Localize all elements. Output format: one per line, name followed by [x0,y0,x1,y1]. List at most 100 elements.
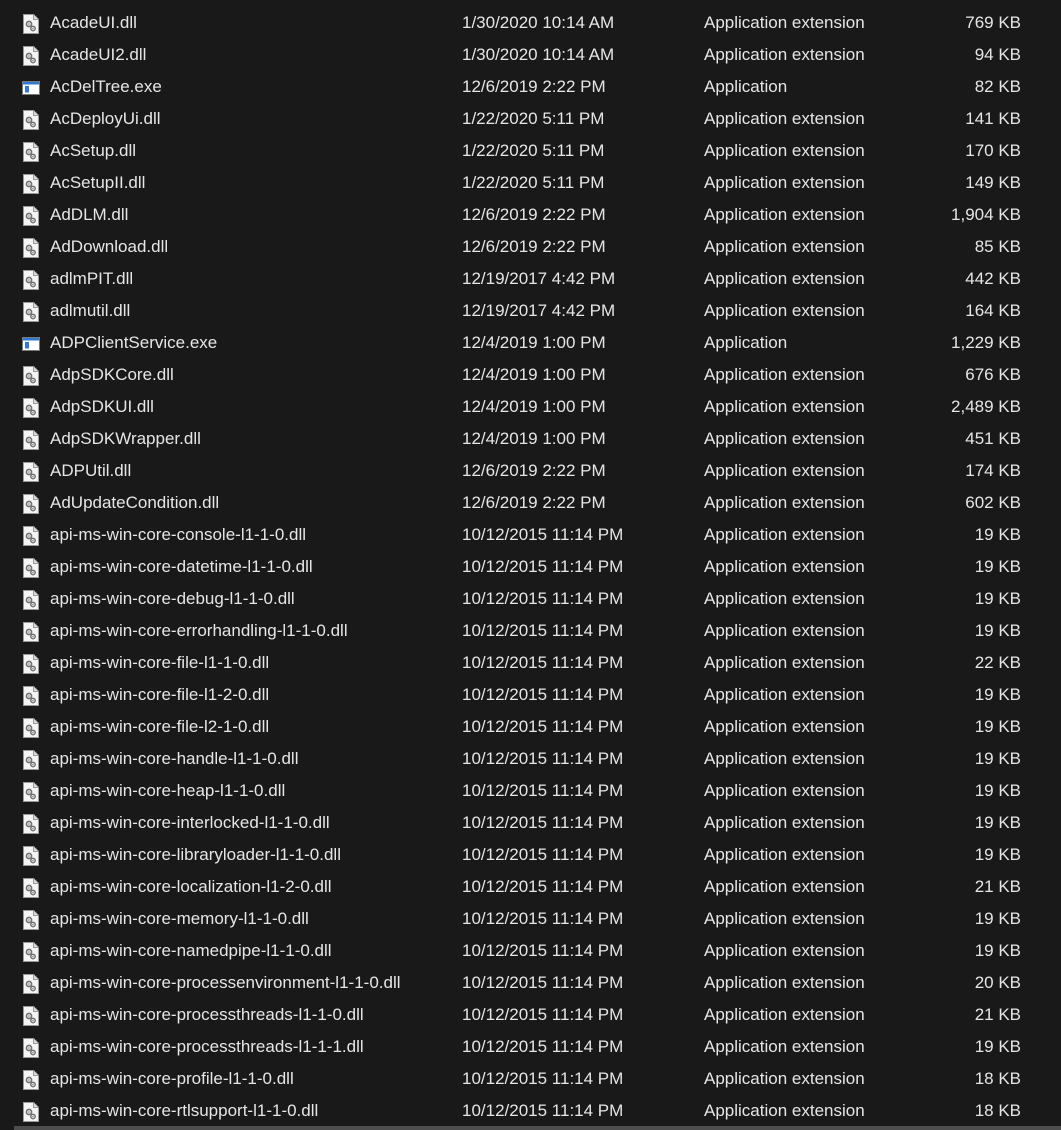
file-row[interactable]: api-ms-win-core-errorhandling-l1-1-0.dll… [0,615,1061,647]
file-row[interactable]: api-ms-win-core-console-l1-1-0.dll 10/12/… [0,519,1061,551]
file-type: Application extension [704,301,865,320]
file-type: Application extension [704,461,865,480]
file-row[interactable]: AcDelTree.exe 12/6/2019 2:22 PM Applicatio… [0,71,1061,103]
file-row[interactable]: adlmPIT.dll 12/19/2017 4:42 PM Application… [0,263,1061,295]
file-name: api-ms-win-core-file-l1-1-0.dll [50,653,270,672]
file-size: 451 KB [965,429,1021,448]
dll-file-icon [22,237,40,258]
file-size: 22 KB [974,653,1021,672]
file-date-modified: 10/12/2015 11:14 PM [462,1037,624,1056]
file-name: AcadeUI2.dll [50,45,147,64]
dll-file-icon [22,141,40,162]
file-type: Application extension [704,973,865,992]
file-row[interactable]: api-ms-win-core-rtlsupport-l1-1-0.dll 10/… [0,1095,1061,1127]
file-date-modified: 10/12/2015 11:14 PM [462,909,624,928]
file-type: Application extension [704,877,865,896]
file-date-modified: 10/12/2015 11:14 PM [462,1005,624,1024]
file-row[interactable]: api-ms-win-core-datetime-l1-1-0.dll 10/12… [0,551,1061,583]
dll-file-icon [22,13,40,34]
file-row[interactable]: api-ms-win-core-namedpipe-l1-1-0.dll 10/1… [0,935,1061,967]
file-row[interactable]: AcSetup.dll 1/22/2020 5:11 PM Application … [0,135,1061,167]
dll-file-icon [22,813,40,834]
file-row[interactable]: ADPClientService.exe 12/4/2019 1:00 PM App… [0,327,1061,359]
exe-file-icon [22,77,40,97]
file-date-modified: 10/12/2015 11:14 PM [462,845,624,864]
file-size: 2,489 KB [951,397,1021,416]
file-size: 19 KB [974,525,1021,544]
file-row[interactable]: api-ms-win-core-libraryloader-l1-1-0.dll… [0,839,1061,871]
file-date-modified: 1/30/2020 10:14 AM [462,13,615,32]
file-date-modified: 12/19/2017 4:42 PM [462,301,616,320]
file-name: api-ms-win-core-console-l1-1-0.dll [50,525,307,544]
file-date-modified: 12/4/2019 1:00 PM [462,429,606,448]
file-row[interactable]: AcadeUI.dll 1/30/2020 10:14 AM Application… [0,7,1061,39]
horizontal-scrollbar[interactable] [0,1126,1061,1130]
file-name: api-ms-win-core-processenvironment-l1-1-… [50,973,401,992]
file-type: Application extension [704,237,865,256]
file-row[interactable]: api-ms-win-core-localization-l1-2-0.dll 1… [0,871,1061,903]
file-row[interactable]: adlmutil.dll 12/19/2017 4:42 PM Applicatio… [0,295,1061,327]
file-row[interactable]: AdpSDKUI.dll 12/4/2019 1:00 PM Application… [0,391,1061,423]
file-date-modified: 1/22/2020 5:11 PM [462,141,605,160]
file-size: 19 KB [974,589,1021,608]
file-row[interactable]: AcadeUI2.dll 1/30/2020 10:14 AM Applicatio… [0,39,1061,71]
file-row[interactable]: AdDownload.dll 12/6/2019 2:22 PM Applicati… [0,231,1061,263]
dll-file-icon [22,845,40,866]
file-row[interactable]: api-ms-win-core-processenvironment-l1-1-… [0,967,1061,999]
file-name: AcadeUI.dll [50,13,137,32]
dll-file-icon [22,1101,40,1122]
file-row[interactable]: AdpSDKWrapper.dll 12/4/2019 1:00 PM Applic… [0,423,1061,455]
file-name: AdDownload.dll [50,237,169,256]
file-name: AcDeployUi.dll [50,109,161,128]
file-row[interactable]: api-ms-win-core-file-l2-1-0.dll 10/12/201… [0,711,1061,743]
dll-file-icon [22,429,40,450]
file-name: AcDelTree.exe [50,77,162,96]
file-name: api-ms-win-core-interlocked-l1-1-0.dll [50,813,330,832]
dll-file-icon [22,621,40,642]
file-row[interactable]: api-ms-win-core-processthreads-l1-1-1.dl… [0,1031,1061,1063]
file-date-modified: 12/6/2019 2:22 PM [462,205,606,224]
dll-file-icon [22,557,40,578]
file-row[interactable]: AdUpdateCondition.dll 12/6/2019 2:22 PM Ap… [0,487,1061,519]
file-row[interactable]: api-ms-win-core-profile-l1-1-0.dll 10/12/… [0,1063,1061,1095]
file-size: 676 KB [965,365,1021,384]
file-size: 18 KB [974,1101,1021,1120]
file-row[interactable]: api-ms-win-core-debug-l1-1-0.dll 10/12/20… [0,583,1061,615]
dll-file-icon [22,1069,40,1090]
file-size: 19 KB [974,941,1021,960]
file-row[interactable]: AdpSDKCore.dll 12/4/2019 1:00 PM Applicati… [0,359,1061,391]
file-type: Application extension [704,525,865,544]
file-name: api-ms-win-core-file-l2-1-0.dll [50,717,270,736]
file-type: Application extension [704,205,865,224]
file-size: 19 KB [974,717,1021,736]
file-size: 19 KB [974,813,1021,832]
scrollbar-thumb[interactable] [14,1126,1061,1130]
file-type: Application extension [704,365,865,384]
file-date-modified: 12/4/2019 1:00 PM [462,365,606,384]
file-type: Application [704,333,788,352]
file-type: Application extension [704,1037,865,1056]
dll-file-icon [22,269,40,290]
file-row[interactable]: api-ms-win-core-file-l1-1-0.dll 10/12/201… [0,647,1061,679]
file-type: Application extension [704,45,865,64]
file-row[interactable]: api-ms-win-core-file-l1-2-0.dll 10/12/201… [0,679,1061,711]
file-row[interactable]: api-ms-win-core-handle-l1-1-0.dll 10/12/2… [0,743,1061,775]
file-date-modified: 10/12/2015 11:14 PM [462,589,624,608]
file-type: Application extension [704,13,865,32]
file-type: Application extension [704,429,865,448]
file-row[interactable]: AcDeployUi.dll 1/22/2020 5:11 PM Applicati… [0,103,1061,135]
file-row[interactable]: api-ms-win-core-memory-l1-1-0.dll 10/12/2… [0,903,1061,935]
file-row[interactable]: AdDLM.dll 12/6/2019 2:22 PM Application ex… [0,199,1061,231]
file-size: 602 KB [965,493,1021,512]
file-date-modified: 12/6/2019 2:22 PM [462,461,606,480]
file-row[interactable]: api-ms-win-core-heap-l1-1-0.dll 10/12/201… [0,775,1061,807]
file-row[interactable]: api-ms-win-core-processthreads-l1-1-0.dl… [0,999,1061,1031]
file-row[interactable]: api-ms-win-core-interlocked-l1-1-0.dll 10… [0,807,1061,839]
file-row[interactable]: ADPUtil.dll 12/6/2019 2:22 PM Application … [0,455,1061,487]
file-size: 21 KB [974,877,1021,896]
file-row[interactable]: AcSetupII.dll 1/22/2020 5:11 PM Applicatio… [0,167,1061,199]
file-date-modified: 10/12/2015 11:14 PM [462,557,624,576]
file-size: 19 KB [974,781,1021,800]
dll-file-icon [22,173,40,194]
file-name: api-ms-win-core-debug-l1-1-0.dll [50,589,295,608]
